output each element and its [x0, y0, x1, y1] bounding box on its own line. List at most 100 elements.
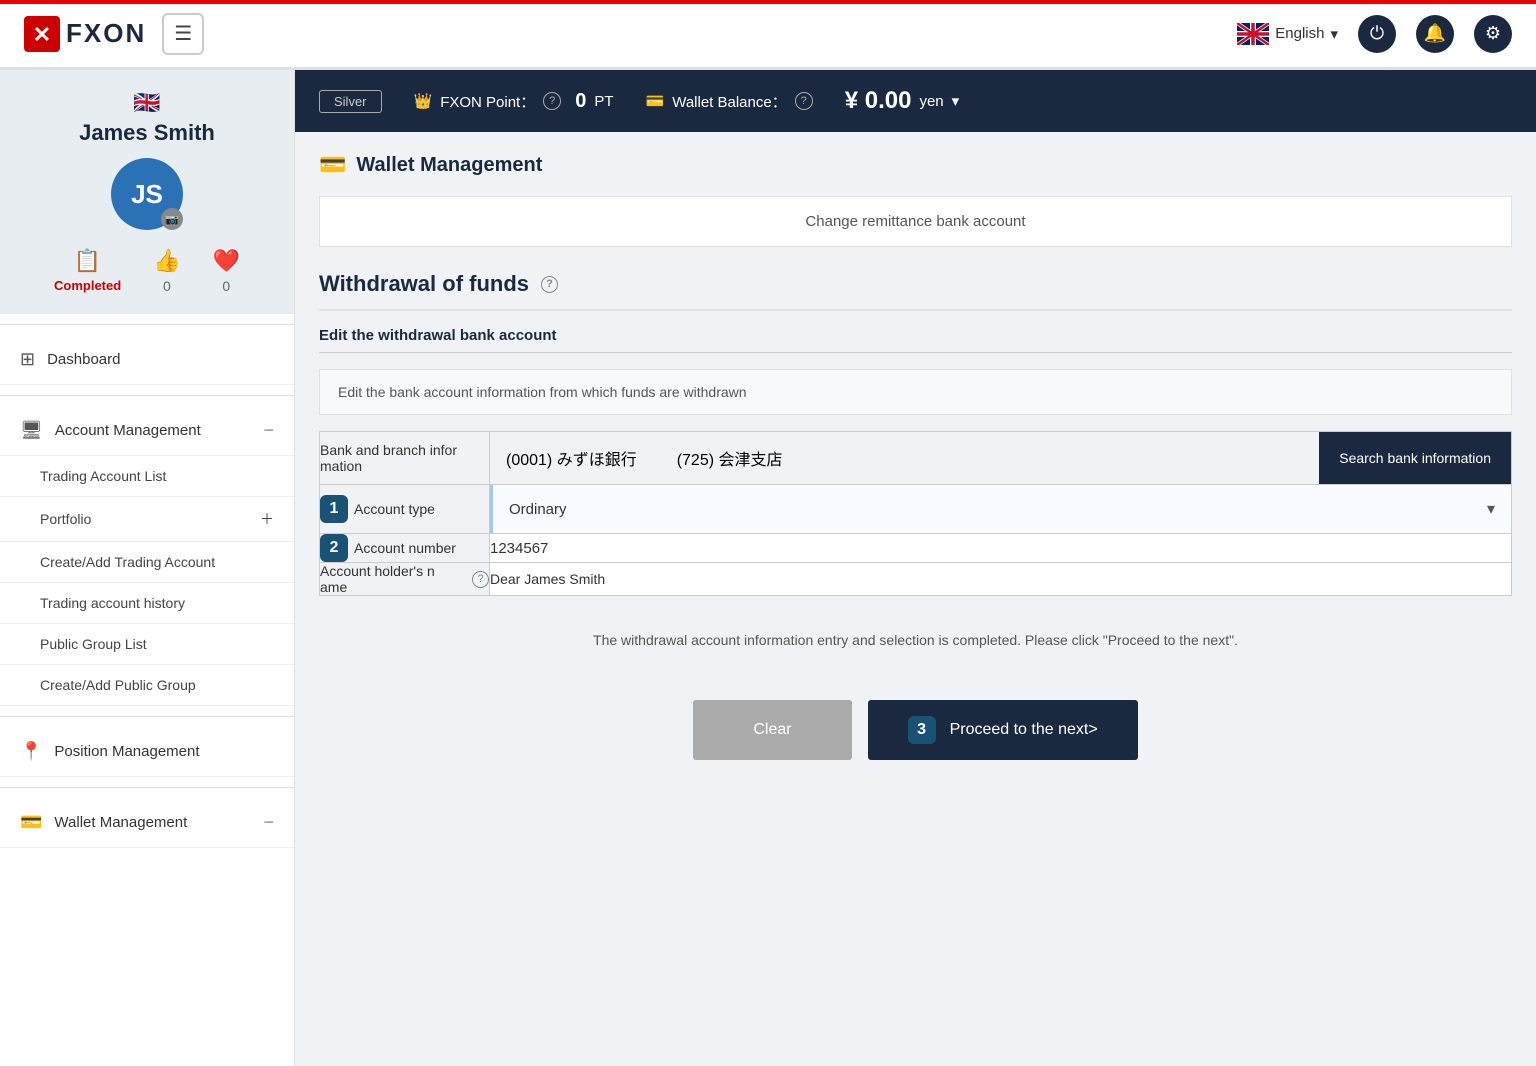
notifications-button[interactable]: 🔔 [1416, 15, 1454, 53]
account-holder-label-inner: Account holder's n ame ? [320, 563, 489, 595]
account-number-label-text: Account number [354, 540, 456, 556]
dashboard-icon: ⊞ [20, 349, 35, 370]
sidebar-item-dashboard[interactable]: ⊞ Dashboard [0, 335, 294, 385]
hamburger-icon: ☰ [174, 21, 192, 46]
account-type-label-text: Account type [354, 501, 435, 517]
withdrawal-title-text: Withdrawal of funds [319, 271, 529, 297]
account-management-label: Account Management [55, 422, 201, 439]
sidebar-item-trading-account-history[interactable]: Trading account history [0, 583, 294, 624]
account-type-row: 1 Account type Ordinary ▾ [320, 485, 1512, 534]
wallet-header-icon: 💳 [319, 152, 346, 178]
dropdown-chevron-icon: ▾ [1487, 499, 1495, 519]
info-box: Edit the bank account information from w… [319, 369, 1512, 415]
fxon-point-item: 👑 FXON Point： ? 0 PT [414, 90, 614, 113]
account-type-label-inner: 1 Account type [320, 495, 489, 523]
top-navbar: ✕ FXON ☰ English ▾ ⏻ [0, 0, 1536, 70]
wallet-balance-help-icon[interactable]: ? [795, 92, 813, 110]
sidebar-item-portfolio[interactable]: Portfolio ＋ [0, 497, 294, 542]
account-number-value-cell[interactable] [490, 534, 1512, 563]
balance-chevron-icon[interactable]: ▾ [952, 92, 960, 110]
completion-message: The withdrawal account information entry… [319, 612, 1512, 668]
svg-text:✕: ✕ [33, 22, 51, 47]
step1-badge: 1 [320, 495, 348, 523]
public-group-list-label: Public Group List [40, 636, 147, 652]
wallet-balance-icon: 💳 [646, 92, 665, 110]
sidebar-item-wallet-management[interactable]: 💳 Wallet Management − [0, 798, 294, 848]
portfolio-label: Portfolio [40, 511, 91, 527]
fxon-point-value: 0 [575, 90, 586, 113]
gear-icon: ⚙ [1485, 23, 1501, 44]
settings-button[interactable]: ⚙ [1474, 15, 1512, 53]
bank-info-table: Bank and branch infor mation (0001) みずほ銀… [319, 431, 1512, 596]
likes-stat: 👍 0 [153, 248, 180, 294]
user-flag: 🇬🇧 [16, 90, 278, 116]
account-number-row: 2 Account number [320, 534, 1512, 563]
position-management-label: Position Management [54, 743, 199, 760]
clear-button[interactable]: Clear [693, 700, 851, 760]
hamburger-button[interactable]: ☰ [162, 13, 204, 55]
section-divider [319, 309, 1512, 311]
logo-text: FXON [66, 18, 146, 49]
language-label: English [1275, 25, 1324, 42]
sidebar-item-public-group-list[interactable]: Public Group List [0, 624, 294, 665]
bank-info-text: (0001) みずほ銀行 (725) 会津支店 [490, 432, 1319, 484]
logo: ✕ FXON [24, 16, 146, 52]
monitor-icon: 🖥 [20, 420, 43, 441]
bank-branch-value: (725) 会津支店 [677, 446, 783, 470]
bank-branch-label: Bank and branch infor mation [320, 432, 490, 485]
info-box-text: Edit the bank account information from w… [338, 384, 747, 400]
thumb-up-icon: 👍 [153, 248, 180, 274]
balance-unit: yen [919, 93, 943, 110]
completed-label: Completed [54, 278, 121, 293]
sidebar-item-account-management[interactable]: 🖥 Account Management − [0, 406, 294, 456]
subsection-divider [319, 352, 1512, 353]
account-type-value-cell[interactable]: Ordinary ▾ [490, 485, 1512, 534]
withdrawal-help-icon[interactable]: ? [541, 276, 558, 293]
account-holder-help-icon[interactable]: ? [472, 571, 489, 588]
sidebar-item-trading-account-list[interactable]: Trading Account List [0, 456, 294, 497]
position-icon: 📍 [20, 741, 42, 762]
completed-stat: 📋 Completed [54, 248, 121, 294]
avatar-camera-icon[interactable]: 📷 [161, 208, 183, 230]
bank-branch-row: Bank and branch infor mation (0001) みずほ銀… [320, 432, 1512, 485]
portfolio-plus-icon: ＋ [260, 509, 274, 529]
sidebar-item-create-public-group[interactable]: Create/Add Public Group [0, 665, 294, 706]
bank-code-value: (0001) みずほ銀行 [506, 446, 637, 470]
proceed-button[interactable]: 3 Proceed to the next> [868, 700, 1138, 760]
language-selector[interactable]: English ▾ [1237, 23, 1338, 45]
step2-badge: 2 [320, 534, 348, 562]
main-content: Silver 👑 FXON Point： ? 0 PT 💳 Wallet Bal… [295, 70, 1536, 1066]
account-number-input[interactable] [490, 540, 1511, 557]
sidebar-item-position-management[interactable]: 📍 Position Management [0, 727, 294, 777]
bell-icon: 🔔 [1424, 23, 1446, 44]
wallet-management-header: 💳 Wallet Management [319, 152, 1512, 178]
account-holder-label: Account holder's n ame ? [320, 563, 490, 596]
balance-amount: ¥ 0.00 [845, 87, 912, 115]
power-button[interactable]: ⏻ [1358, 15, 1396, 53]
crown-icon: 👑 [414, 92, 433, 110]
account-type-label: 1 Account type [320, 485, 490, 534]
wallet-management-label: Wallet Management [54, 814, 187, 831]
create-trading-account-label: Create/Add Trading Account [40, 554, 215, 570]
wallet-collapse-icon: − [263, 812, 274, 833]
user-profile: 🇬🇧 James Smith JS 📷 📋 Completed 👍 0 ❤️ 0 [0, 70, 294, 314]
account-number-label: 2 Account number [320, 534, 490, 563]
account-holder-row: Account holder's n ame ? Dear James Smit… [320, 563, 1512, 596]
heart-icon: ❤️ [213, 248, 240, 274]
remittance-bar: Change remittance bank account [319, 196, 1512, 247]
account-bar: Silver 👑 FXON Point： ? 0 PT 💳 Wallet Bal… [295, 70, 1536, 132]
bank-branch-value-cell: (0001) みずほ銀行 (725) 会津支店 Search bank info… [490, 432, 1512, 485]
user-name: James Smith [16, 120, 278, 146]
page-body: 💳 Wallet Management Change remittance ba… [295, 132, 1536, 1066]
wallet-balance-label: Wallet Balance： [672, 91, 787, 112]
language-chevron-icon: ▾ [1330, 25, 1338, 43]
logo-area: ✕ FXON ☰ [24, 13, 204, 55]
search-bank-button[interactable]: Search bank information [1319, 432, 1511, 484]
uk-flag-icon [1237, 23, 1269, 45]
fxon-point-help-icon[interactable]: ? [543, 92, 561, 110]
sidebar-item-create-trading-account[interactable]: Create/Add Trading Account [0, 542, 294, 583]
account-type-value[interactable]: Ordinary ▾ [490, 485, 1511, 533]
bank-search-cell: (0001) みずほ銀行 (725) 会津支店 Search bank info… [490, 432, 1511, 484]
remittance-label: Change remittance bank account [805, 213, 1025, 230]
layout: 🇬🇧 James Smith JS 📷 📋 Completed 👍 0 ❤️ 0 [0, 70, 1536, 1066]
